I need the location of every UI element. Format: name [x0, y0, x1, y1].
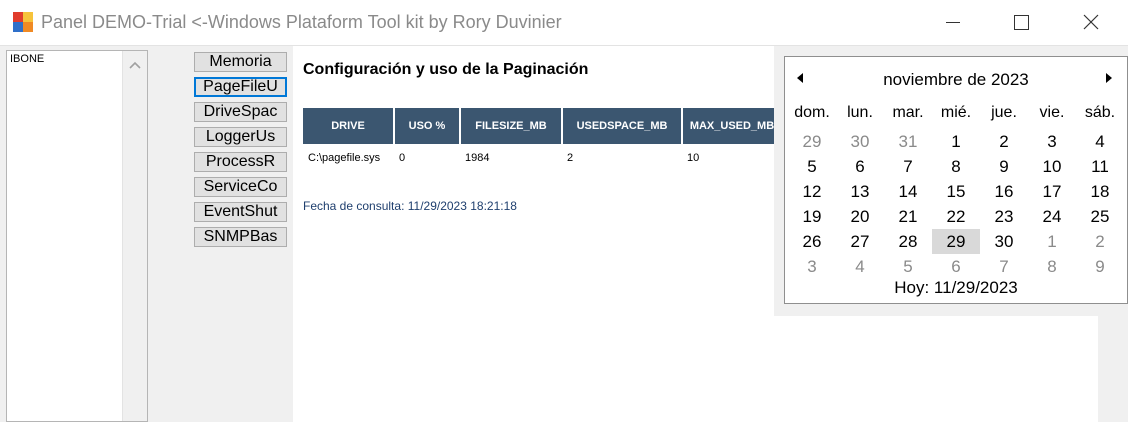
close-icon [1083, 14, 1099, 30]
calendar-day[interactable]: 29 [788, 129, 836, 154]
maximize-icon [1014, 15, 1029, 30]
cell-filesize: 1984 [465, 152, 490, 164]
calendar-day[interactable]: 7 [980, 254, 1028, 279]
close-button[interactable] [1068, 0, 1114, 45]
maximize-button[interactable] [998, 0, 1044, 45]
calendar-day[interactable]: 19 [788, 204, 836, 229]
chevron-up-icon[interactable] [128, 60, 142, 70]
calendar-day[interactable]: 29 [932, 229, 980, 254]
host-listbox[interactable]: IBONE [6, 50, 148, 422]
calendar-day[interactable]: 21 [884, 204, 932, 229]
column-header-usedspace: USEDSPACE_MB [562, 108, 683, 144]
pagefile-button[interactable]: PageFileU [194, 77, 287, 97]
app-icon [13, 12, 33, 32]
calendar-day[interactable]: 18 [1076, 179, 1124, 204]
calendar-day[interactable]: 24 [1028, 204, 1076, 229]
column-header-uso: USO % [394, 108, 461, 144]
calendar-day[interactable]: 5 [788, 154, 836, 179]
snmp-button[interactable]: SNMPBas [194, 227, 287, 247]
today-link[interactable]: Hoy: 11/29/2023 [785, 278, 1127, 298]
calendar-day[interactable]: 16 [980, 179, 1028, 204]
loggerusers-button[interactable]: LoggerUs [194, 127, 287, 147]
panel-strip [1073, 316, 1098, 422]
calendar-day[interactable]: 31 [884, 129, 932, 154]
calendar-day[interactable]: 13 [836, 179, 884, 204]
calendar-day[interactable]: 11 [1076, 154, 1124, 179]
memoria-button[interactable]: Memoria [194, 52, 287, 72]
calendar-day[interactable]: 25 [1076, 204, 1124, 229]
weekday-header: lun. [847, 104, 873, 121]
drivespace-button[interactable]: DriveSpac [194, 102, 287, 122]
calendar-day[interactable]: 23 [980, 204, 1028, 229]
calendar-day[interactable]: 5 [884, 254, 932, 279]
eventshutdown-button[interactable]: EventShut [194, 202, 287, 222]
calendar-day[interactable]: 8 [1028, 254, 1076, 279]
table-header-row: DRIVE USO % FILESIZE_MB USEDSPACE_MB MAX… [303, 108, 783, 144]
table-row: C:\pagefile.sys 0 1984 2 10 [303, 144, 782, 172]
cell-uso: 0 [399, 152, 406, 164]
column-header-drive: DRIVE [303, 108, 395, 144]
calendar-day[interactable]: 4 [1076, 129, 1124, 154]
services-button[interactable]: ServiceCo [194, 177, 287, 197]
list-item[interactable]: IBONE [10, 53, 44, 65]
calendar-day[interactable]: 1 [1028, 229, 1076, 254]
cell-drive: C:\pagefile.sys [308, 152, 381, 164]
calendar-day[interactable]: 20 [836, 204, 884, 229]
calendar-day[interactable]: 30 [836, 129, 884, 154]
calendar-day[interactable]: 15 [932, 179, 980, 204]
page-title: Configuración y uso de la Paginación [303, 61, 589, 78]
minimize-icon [946, 22, 960, 23]
weekday-header: mar. [892, 104, 924, 121]
calendar-day[interactable]: 3 [788, 254, 836, 279]
calendar-day[interactable]: 4 [836, 254, 884, 279]
calendar-day[interactable]: 10 [1028, 154, 1076, 179]
calendar-day[interactable]: 2 [980, 129, 1028, 154]
calendar-day[interactable]: 9 [980, 154, 1028, 179]
calendar-day[interactable]: 26 [788, 229, 836, 254]
column-header-filesize: FILESIZE_MB [460, 108, 563, 144]
month-calendar[interactable]: noviembre de 2023 Hoy: 11/29/2023 dom. lu… [774, 46, 1128, 316]
calendar-day[interactable]: 6 [836, 154, 884, 179]
processes-button[interactable]: ProcessR [194, 152, 287, 172]
next-month-icon[interactable] [1105, 73, 1113, 83]
weekday-header: dom. [794, 104, 830, 121]
calendar-day[interactable]: 27 [836, 229, 884, 254]
calendar-month-title[interactable]: noviembre de 2023 [785, 70, 1127, 90]
calendar-day[interactable]: 6 [932, 254, 980, 279]
query-date-label: Fecha de consulta: 11/29/2023 18:21:18 [303, 199, 517, 213]
weekday-header: vie. [1039, 104, 1065, 121]
minimize-button[interactable] [930, 0, 976, 45]
cell-usedspace: 2 [567, 152, 574, 164]
column-header-maxused: MAX_USED_MB [682, 108, 783, 144]
calendar-day[interactable]: 3 [1028, 129, 1076, 154]
pagefile-table: DRIVE USO % FILESIZE_MB USEDSPACE_MB MAX… [303, 108, 783, 172]
vertical-scrollbar[interactable] [122, 51, 147, 421]
calendar-day[interactable]: 28 [884, 229, 932, 254]
weekday-header: mié. [940, 104, 972, 121]
weekday-header: jue. [991, 104, 1017, 121]
calendar-day[interactable]: 2 [1076, 229, 1124, 254]
calendar-day[interactable]: 8 [932, 154, 980, 179]
calendar-day[interactable]: 17 [1028, 179, 1076, 204]
weekday-header: sáb. [1084, 104, 1116, 121]
calendar-day[interactable]: 1 [932, 129, 980, 154]
title-bar: Panel DEMO-Trial <-Windows Plataform Too… [0, 0, 1128, 46]
calendar-day[interactable]: 9 [1076, 254, 1124, 279]
calendar-body: noviembre de 2023 Hoy: 11/29/2023 dom. lu… [784, 56, 1128, 304]
window-title: Panel DEMO-Trial <-Windows Plataform Too… [41, 12, 562, 32]
calendar-day[interactable]: 7 [884, 154, 932, 179]
cell-maxused: 10 [687, 152, 700, 164]
calendar-day[interactable]: 22 [932, 204, 980, 229]
calendar-day[interactable]: 30 [980, 229, 1028, 254]
calendar-day[interactable]: 12 [788, 179, 836, 204]
calendar-day[interactable]: 14 [884, 179, 932, 204]
